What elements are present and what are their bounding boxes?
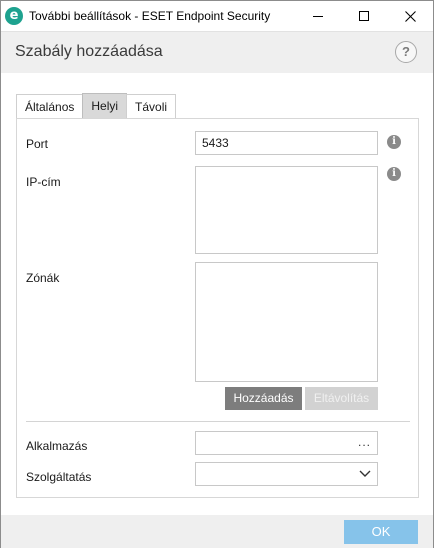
remove-button[interactable]: Eltávolítás: [305, 387, 378, 410]
ip-info-icon[interactable]: i: [387, 167, 401, 181]
chevron-down-icon: [359, 470, 371, 477]
window-title: További beállítások - ESET Endpoint Secu…: [29, 9, 271, 23]
close-icon: [404, 10, 416, 22]
port-field[interactable]: [195, 131, 378, 155]
maximize-icon: [359, 11, 369, 21]
tab-local[interactable]: Helyi: [82, 93, 128, 119]
dialog-window: e További beállítások - ESET Endpoint Se…: [0, 0, 434, 548]
dialog-header: Szabály hozzáadása ?: [1, 31, 433, 73]
tab-panel-local: Port i IP-cím i Zónák Hozzáadás Eltávolí…: [16, 118, 419, 498]
minimize-icon: [313, 16, 323, 17]
help-icon[interactable]: ?: [395, 41, 417, 63]
service-select[interactable]: [195, 462, 378, 486]
tab-bar: Általános Helyi Távoli: [16, 93, 177, 119]
section-divider: [26, 421, 410, 422]
port-label: Port: [26, 137, 49, 151]
port-input[interactable]: [196, 132, 377, 154]
zones-label: Zónák: [26, 271, 60, 285]
add-button[interactable]: Hozzáadás: [225, 387, 302, 410]
tab-remote[interactable]: Távoli: [126, 94, 177, 119]
maximize-button[interactable]: [341, 1, 387, 31]
tab-general[interactable]: Általános: [16, 94, 84, 119]
title-bar: e További beállítások - ESET Endpoint Se…: [1, 1, 433, 31]
application-label: Alkalmazás: [26, 439, 88, 453]
port-info-icon[interactable]: i: [387, 135, 401, 149]
service-label: Szolgáltatás: [26, 470, 92, 484]
close-button[interactable]: [387, 1, 433, 31]
minimize-button[interactable]: [295, 1, 341, 31]
eset-logo-icon: e: [5, 7, 23, 25]
ip-address-textarea[interactable]: [195, 166, 378, 254]
ip-label: IP-cím: [26, 175, 61, 189]
zones-list[interactable]: [195, 262, 378, 382]
ok-button[interactable]: OK: [344, 520, 418, 544]
dialog-title: Szabály hozzáadása: [15, 43, 163, 60]
application-field[interactable]: ...: [195, 431, 378, 455]
dialog-footer: OK: [1, 515, 433, 548]
browse-button[interactable]: ...: [358, 435, 371, 449]
